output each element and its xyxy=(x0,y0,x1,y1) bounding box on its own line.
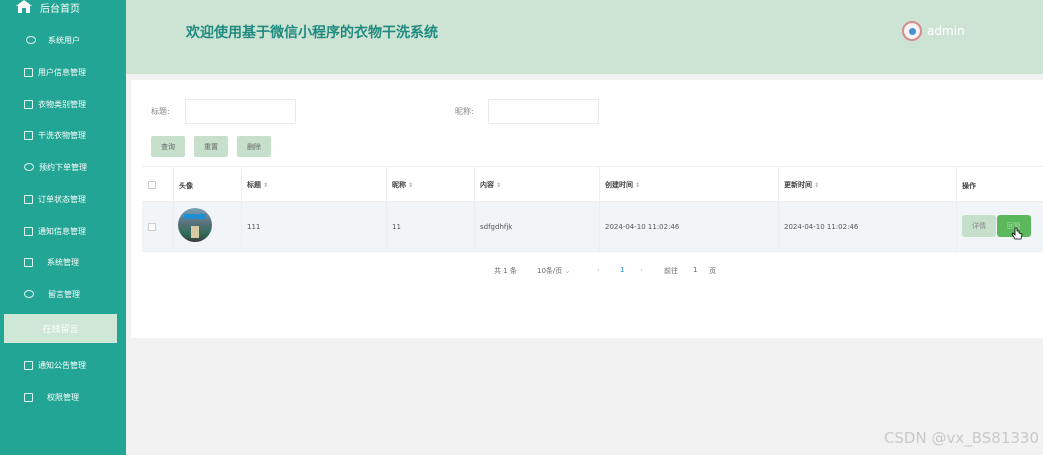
sort-icon: ⇕ xyxy=(263,182,269,189)
sidebar-item-booking[interactable]: 预约下单管理 xyxy=(0,157,126,177)
sidebar-item-order-status[interactable]: 订单状态管理 xyxy=(0,189,126,209)
table-row[interactable]: 111 11 sdfgdhfjk 2024-04-10 11:02:46 202… xyxy=(142,202,1043,252)
sidebar-item-user-info[interactable]: 用户信息管理 xyxy=(0,62,126,82)
cell-created: 2024-04-10 11:02:46 xyxy=(605,223,680,231)
header-text: 更新时间 xyxy=(784,181,812,189)
avatar xyxy=(902,21,922,41)
cell-nickname: 11 xyxy=(392,223,401,231)
box-icon xyxy=(24,226,33,236)
page-unit-label: 页 xyxy=(709,267,716,275)
sidebar-item-label: 预约下单管理 xyxy=(39,162,87,172)
cloud-icon xyxy=(26,36,36,44)
sort-icon: ⇕ xyxy=(814,182,820,189)
sidebar-item-label: 干洗衣物管理 xyxy=(38,130,86,140)
cell-content: sdfgdhfjk xyxy=(480,223,513,231)
detail-button[interactable]: 详情 xyxy=(962,215,996,237)
pagination-total: 共 1 条 xyxy=(494,267,517,275)
row-avatar xyxy=(178,208,212,242)
title-input[interactable] xyxy=(185,99,296,124)
nickname-input[interactable] xyxy=(488,99,599,124)
sort-icon: ⇕ xyxy=(635,182,641,189)
column-header-actions: 操作 xyxy=(962,182,976,190)
list-icon xyxy=(24,99,33,109)
header-text: 内容 xyxy=(480,181,494,189)
sidebar-item-notice-info[interactable]: 通知信息管理 xyxy=(0,221,126,241)
sidebar-item-label: 通知公告管理 xyxy=(38,360,86,370)
header-text: 创建时间 xyxy=(605,181,633,189)
column-header-created[interactable]: 创建时间 ⇕ xyxy=(605,180,640,190)
sidebar: 后台首页 系统用户 用户信息管理 衣物类别管理 干洗衣物管理 预约下单管理 订单… xyxy=(0,0,126,455)
sidebar-item-dry-clean[interactable]: 干洗衣物管理 xyxy=(0,125,126,145)
sidebar-item-label: 通知信息管理 xyxy=(38,226,86,236)
sidebar-item-label: 订单状态管理 xyxy=(38,194,86,204)
page-size-select[interactable]: 10条/页 ⌄ xyxy=(537,266,570,276)
sidebar-item-announcements[interactable]: 通知公告管理 xyxy=(0,355,126,375)
cloud-icon xyxy=(24,290,34,298)
cloud-icon xyxy=(24,163,34,171)
select-all-checkbox[interactable] xyxy=(148,181,156,189)
column-divider xyxy=(778,166,779,252)
table-header: 头像 标题 ⇕ 昵称 ⇕ 内容 ⇕ 创建时间 ⇕ 更新时间 ⇕ 操作 xyxy=(142,166,1043,202)
row-checkbox[interactable] xyxy=(148,223,156,231)
page-number-current[interactable]: 1 xyxy=(620,266,624,274)
sidebar-item-label: 系统管理 xyxy=(47,257,79,267)
sidebar-item-permissions[interactable]: 权限管理 xyxy=(0,387,126,407)
list-icon xyxy=(24,194,33,204)
column-divider xyxy=(173,166,174,252)
goto-page-input[interactable]: 1 xyxy=(693,266,697,274)
sidebar-item-label: 留言管理 xyxy=(48,289,80,299)
column-header-updated[interactable]: 更新时间 ⇕ xyxy=(784,180,819,190)
watermark: CSDN @vx_BS81330 xyxy=(883,429,1039,447)
sidebar-item-system[interactable]: 系统管理 xyxy=(0,252,126,272)
column-divider xyxy=(474,166,475,252)
cell-updated: 2024-04-10 11:02:46 xyxy=(784,223,859,231)
header: 欢迎使用基于微信小程序的衣物干洗系统 admin xyxy=(126,0,1043,74)
column-divider xyxy=(599,166,600,252)
sidebar-item-home[interactable]: 后台首页 xyxy=(0,0,126,15)
page-title: 欢迎使用基于微信小程序的衣物干洗系统 xyxy=(186,25,438,41)
title-label: 标题: xyxy=(151,107,170,116)
chevron-down-icon: ⌄ xyxy=(564,267,571,275)
column-header-avatar: 头像 xyxy=(179,182,193,190)
sidebar-item-label: 权限管理 xyxy=(47,392,79,402)
goto-label: 前往 xyxy=(664,267,678,275)
column-divider xyxy=(241,166,242,252)
reset-button[interactable]: 重置 xyxy=(194,136,228,157)
sidebar-item-clothing-category[interactable]: 衣物类别管理 xyxy=(0,94,126,114)
sidebar-item-label: 系统用户 xyxy=(48,35,80,45)
header-text: 标题 xyxy=(247,181,261,189)
column-header-content[interactable]: 内容 ⇕ xyxy=(480,180,501,190)
sidebar-item-label: 后台首页 xyxy=(40,3,80,15)
column-divider xyxy=(956,166,957,252)
cell-title: 111 xyxy=(247,223,261,231)
page-size-value: 10条/页 xyxy=(537,267,563,275)
prev-page-button[interactable]: ‹ xyxy=(597,266,600,274)
edit-icon xyxy=(24,67,33,77)
sidebar-item-messages[interactable]: 留言管理 xyxy=(0,284,126,304)
sidebar-item-label: 衣物类别管理 xyxy=(38,99,86,109)
sort-icon: ⇕ xyxy=(496,182,502,189)
header-text: 昵称 xyxy=(392,181,406,189)
main-panel: 标题: 昵称: 查询 重置 删除 头像 标题 ⇕ 昵称 ⇕ 内容 ⇕ 创建时间 ⇕ 更新… xyxy=(131,80,1043,338)
data-table: 头像 标题 ⇕ 昵称 ⇕ 内容 ⇕ 创建时间 ⇕ 更新时间 ⇕ 操作 111 11 sdf… xyxy=(142,166,1043,254)
next-page-button[interactable]: › xyxy=(640,266,643,274)
username: admin xyxy=(927,24,965,38)
box-icon xyxy=(24,392,33,402)
column-header-nickname[interactable]: 昵称 ⇕ xyxy=(392,180,413,190)
pointer-cursor-icon xyxy=(1011,227,1023,243)
sidebar-item-label: 用户信息管理 xyxy=(38,67,86,77)
sidebar-item-online-message[interactable]: 在线留言 xyxy=(4,314,117,343)
edit-icon xyxy=(24,257,33,267)
delete-button[interactable]: 删除 xyxy=(237,136,271,157)
column-header-title[interactable]: 标题 ⇕ xyxy=(247,180,268,190)
sort-icon: ⇕ xyxy=(408,182,414,189)
sidebar-item-label: 在线留言 xyxy=(42,325,79,335)
column-divider xyxy=(386,166,387,252)
edit-icon xyxy=(24,360,33,370)
user-menu[interactable]: admin xyxy=(902,21,965,41)
query-button[interactable]: 查询 xyxy=(151,136,185,157)
nickname-label: 昵称: xyxy=(455,107,474,116)
edit-icon xyxy=(24,130,33,140)
sidebar-item-system-users[interactable]: 系统用户 xyxy=(0,30,126,50)
